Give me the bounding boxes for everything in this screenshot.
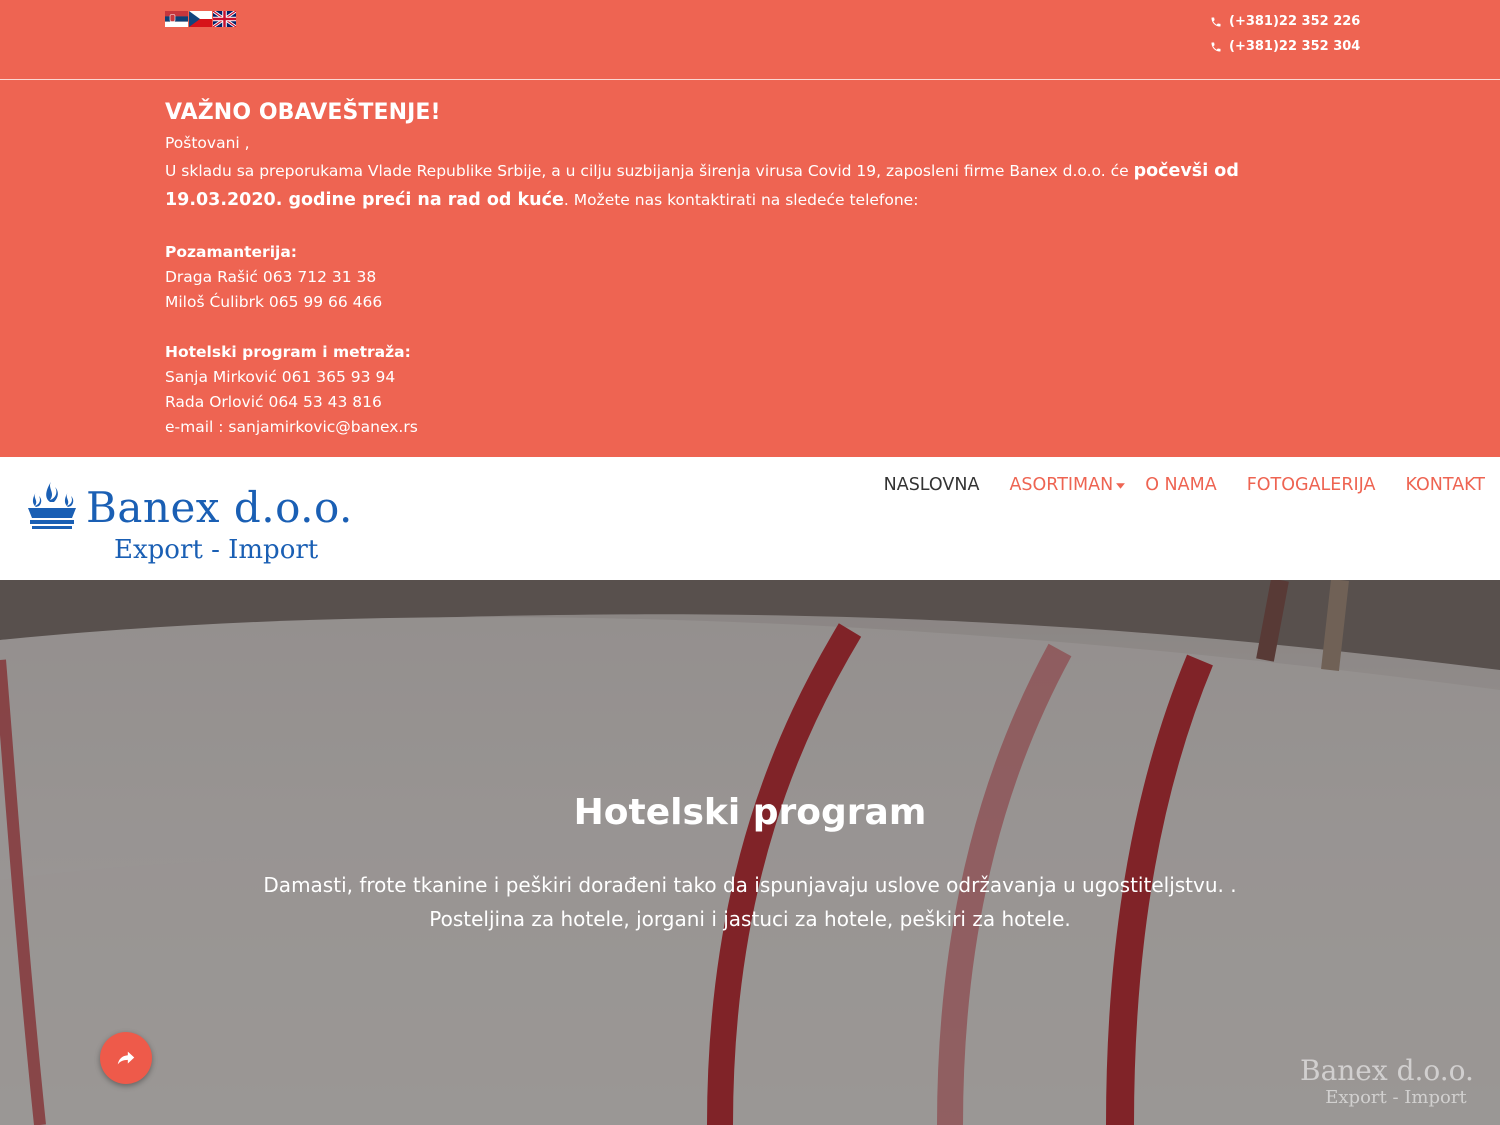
crown-logo-icon (28, 480, 76, 529)
chevron-down-icon (1116, 482, 1126, 489)
phone-item[interactable]: (+381)22 352 226 (1210, 9, 1360, 34)
hero-overlay (0, 580, 1500, 1125)
share-icon (117, 1051, 135, 1065)
nav-item-kontakt[interactable]: KONTAKT (1406, 475, 1486, 495)
important-notice: VAŽNO OBAVEŠTENJE! Poštovani , U skladu … (0, 80, 1500, 457)
contact-line: Miloš Ćulibrk 065 99 66 466 (165, 293, 383, 311)
phone-list: (+381)22 352 226 (+381)22 352 304 (1210, 9, 1360, 59)
logo-name: Banex d.o.o. (86, 483, 353, 532)
contact-line: Draga Rašić 063 712 31 38 (165, 268, 377, 286)
main-nav: NASLOVNA ASORTIMAN O NAMA FOTOGALERIJA K… (854, 475, 1485, 495)
share-button[interactable] (100, 1032, 152, 1084)
hero-description: Damasti, frote tkanine i peškiri dorađen… (0, 868, 1500, 936)
uk-flag-icon[interactable] (213, 11, 236, 27)
notice-text-1: U skladu sa preporukama Vlade Republike … (165, 162, 1134, 180)
language-switcher (165, 11, 236, 27)
serbian-flag-icon[interactable] (165, 11, 188, 27)
top-bar: (+381)22 352 226 (+381)22 352 304 (0, 0, 1500, 80)
nav-item-asortiman[interactable]: ASORTIMAN (1009, 475, 1126, 495)
logo-tagline: Export - Import (114, 535, 319, 565)
notice-title: VAŽNO OBAVEŠTENJE! (165, 100, 441, 125)
nav-item-naslovna[interactable]: NASLOVNA (884, 475, 980, 495)
notice-body: U skladu sa preporukama Vlade Republike … (165, 157, 1315, 215)
notice-text-2: . Možete nas kontaktirati na sledeće tel… (563, 191, 919, 209)
phone-number: (+381)22 352 226 (1229, 14, 1361, 29)
watermark-sub: Export - Import (1325, 1087, 1467, 1108)
nav-item-label: ASORTIMAN (1009, 475, 1114, 495)
site-logo[interactable]: Banex d.o.o. Export - Import (26, 475, 366, 570)
contact-line: Rada Orlović 064 53 43 816 (165, 393, 382, 411)
czech-flag-icon[interactable] (189, 11, 212, 27)
phone-icon (1211, 17, 1221, 26)
watermark-name: Banex d.o.o. (1300, 1054, 1474, 1087)
contact-line: Sanja Mirković 061 365 93 94 (165, 368, 396, 386)
phone-number: (+381)22 352 304 (1229, 39, 1361, 54)
hero-title: Hotelski program (573, 792, 927, 833)
site-header: Banex d.o.o. Export - Import NASLOVNA AS… (0, 457, 1500, 580)
notice-greeting: Poštovani , (165, 134, 250, 152)
hero-section: Hotelski program Damasti, frote tkanine … (0, 580, 1500, 1125)
nav-item-fotogalerija[interactable]: FOTOGALERIJA (1247, 475, 1376, 495)
section-label-pozamanterija: Pozamanterija: (165, 243, 297, 261)
phone-item[interactable]: (+381)22 352 304 (1210, 34, 1360, 59)
hero-line: Damasti, frote tkanine i peškiri dorađen… (263, 873, 1237, 897)
hero-line: Posteljina za hotele, jorgani i jastuci … (429, 907, 1071, 931)
phone-icon (1211, 42, 1221, 51)
image-watermark: Banex d.o.o. Export - Import (1300, 1054, 1474, 1108)
section-label-hotelski: Hotelski program i metraža: (165, 343, 411, 361)
contact-email[interactable]: e-mail : sanjamirkovic@banex.rs (165, 415, 1500, 440)
nav-item-o-nama[interactable]: O NAMA (1145, 475, 1216, 495)
